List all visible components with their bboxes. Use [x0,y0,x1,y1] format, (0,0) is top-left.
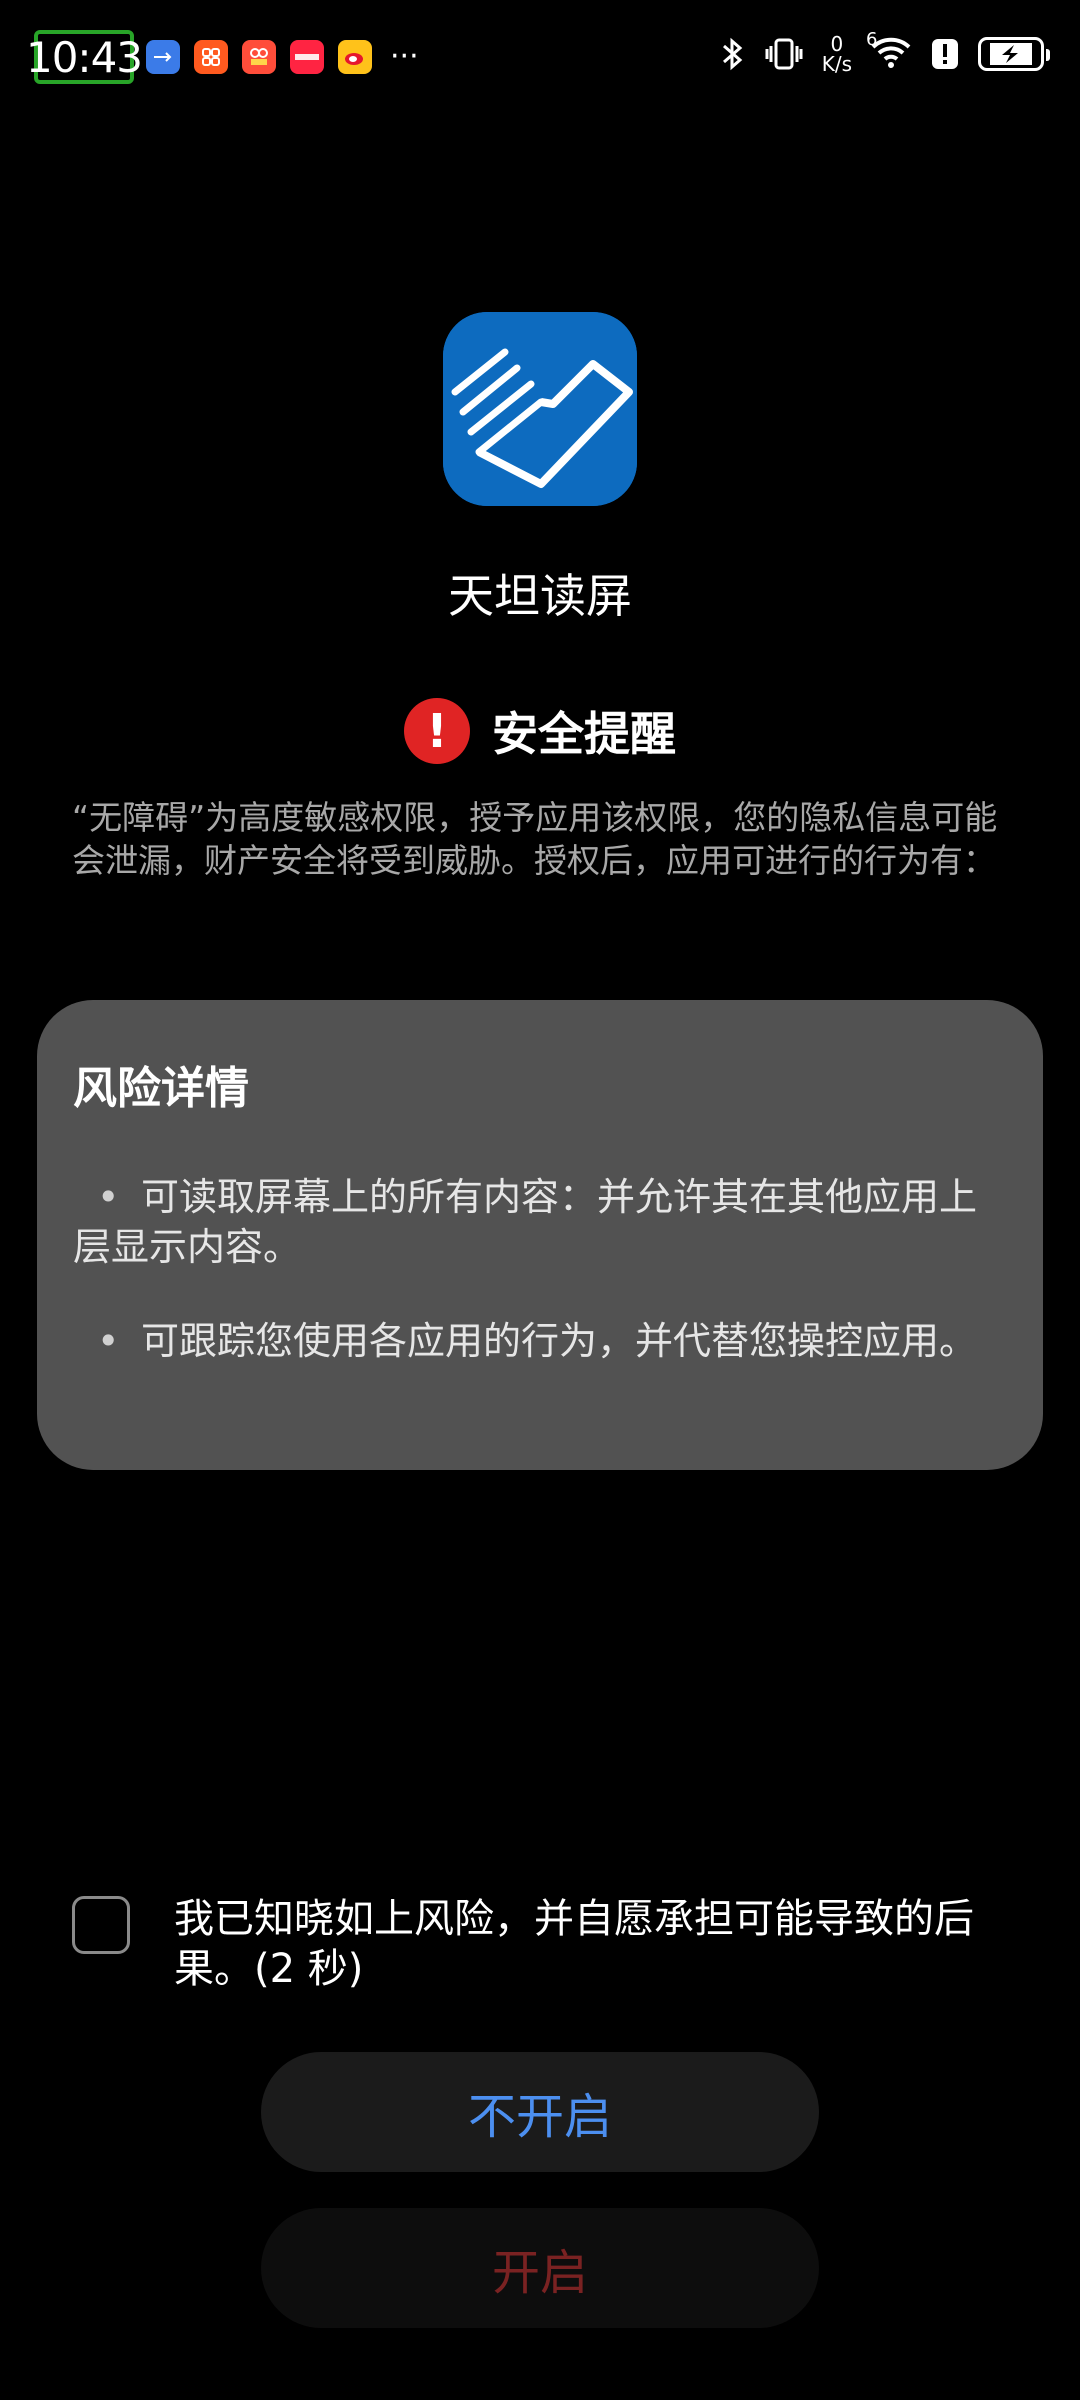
risk-item: • 可读取屏幕上的所有内容：并允许其在其他应用上层显示内容。 [73,1172,1007,1272]
app-name: 天坦读屏 [448,569,632,623]
status-time: 10:43 [25,32,143,82]
risk-item-text: 可跟踪您使用各应用的行为，并代替您操控应用。 [141,1319,978,1363]
consent-checkbox[interactable] [72,1896,130,1954]
deny-button[interactable]: 不开启 [261,2052,819,2172]
weibo-icon [338,40,372,74]
usb-icon [146,40,180,74]
xiaohongshu-icon [290,40,324,74]
warning-title: 安全提醒 [492,707,676,761]
consent-row[interactable]: 我已知晓如上风险，并自愿承担可能导致的后果。(2 秒) [72,1894,1012,1994]
risk-item-text: 可读取屏幕上的所有内容：并允许其在其他应用上层显示内容。 [73,1175,978,1269]
network-speed-unit: K/s [821,52,852,76]
accessibility-permission-screen: 10:43 ··· 0 K/s 6 天坦读屏 ! 安全提醒 “无障碍”为高度敏感… [0,0,1080,2400]
shop-icon [242,40,276,74]
alert-icon [932,39,958,69]
risk-item: • 可跟踪您使用各应用的行为，并代替您操控应用。 [73,1316,1007,1366]
wifi-signal-label: 6 [866,29,878,50]
time-highlight: 10:43 [26,30,143,84]
security-warning-header: ! 安全提醒 [0,698,1080,764]
network-speed: 0 K/s [822,34,852,74]
battery-charging-icon [978,37,1050,71]
risk-details-card: 风险详情 • 可读取屏幕上的所有内容：并允许其在其他应用上层显示内容。 • 可跟踪您… [37,1000,1043,1470]
more-notifications-icon: ··· [390,39,419,74]
consent-text[interactable]: 我已知晓如上风险，并自愿承担可能导致的后果。(2 秒) [174,1894,994,1994]
taobao-icon [194,40,228,74]
bullet-icon: • [97,1319,120,1363]
risk-details-title: 风险详情 [73,1063,249,1114]
bluetooth-icon [722,37,742,71]
system-icons: 0 K/s 6 [720,29,1050,74]
app-icon [443,312,637,506]
allow-button[interactable]: 开启 [261,2208,819,2328]
status-bar: 10:43 ··· 0 K/s 6 [0,0,1080,116]
warning-icon: ! [404,698,470,764]
warning-description: “无障碍”为高度敏感权限，授予应用该权限，您的隐私信息可能会泄漏，财产安全将受到… [72,798,998,880]
wifi-group: 6 [866,29,912,73]
bullet-icon: • [97,1175,120,1219]
network-speed-value: 0 [830,32,844,56]
notification-icons: ··· [146,40,419,74]
vibrate-icon [765,38,803,70]
